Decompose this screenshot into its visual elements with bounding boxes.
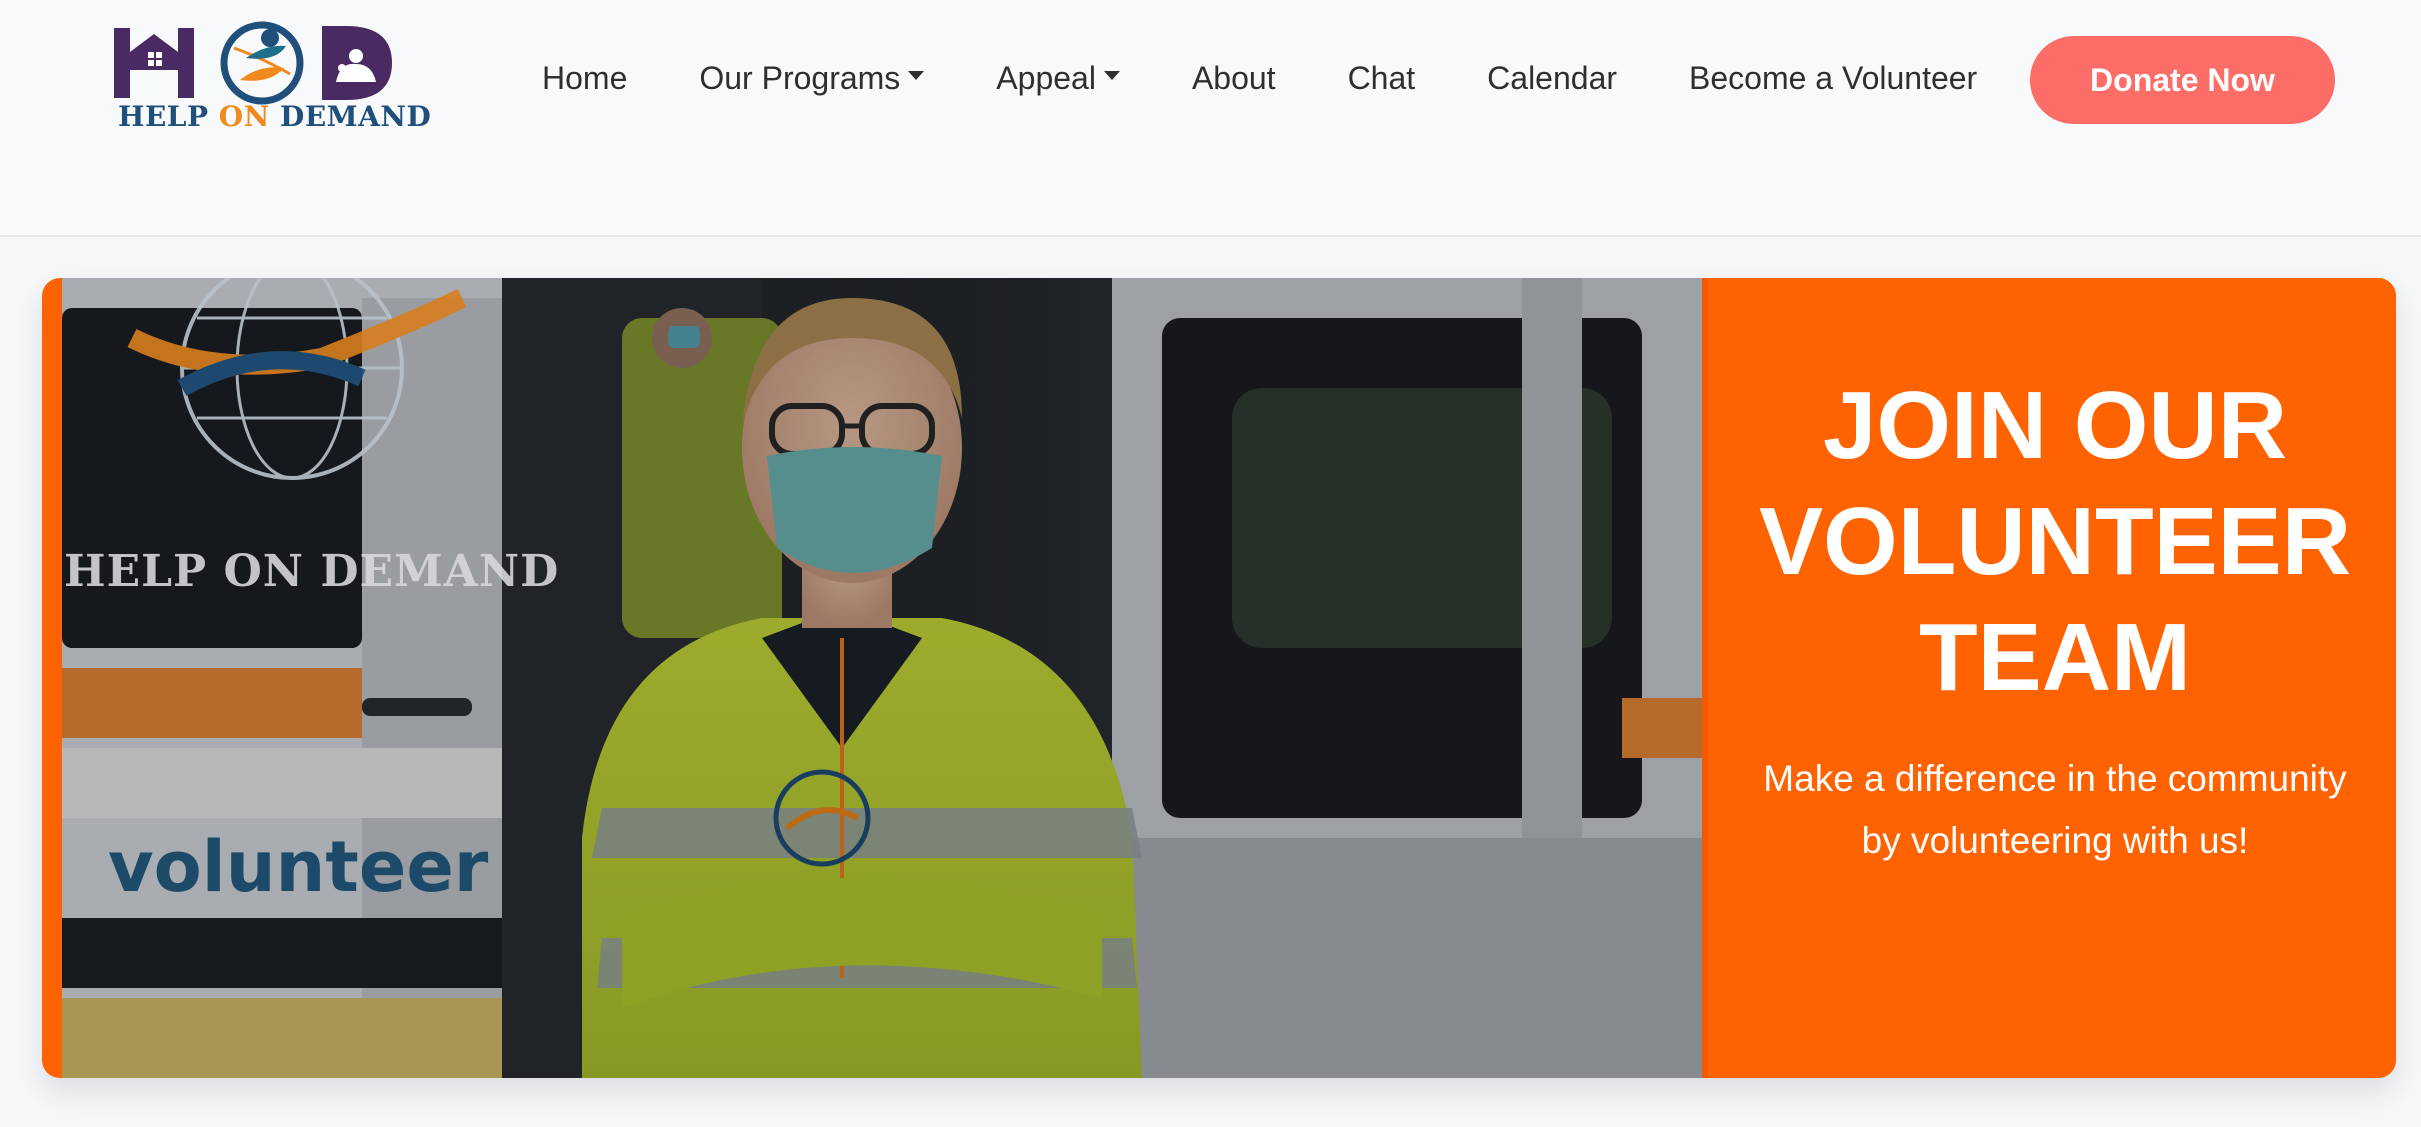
hero-subtitle: Make a difference in the community by vo… <box>1763 758 2347 861</box>
hero-text-panel: JOIN OUR VOLUNTEER TEAM Make a differenc… <box>1702 278 2396 1078</box>
image-van-volunteer-text: volunteer <box>108 826 489 908</box>
donate-now-button[interactable]: Donate Now <box>2030 36 2335 124</box>
main-nav: Home Our Programs Appeal About Chat Cale… <box>520 50 2013 106</box>
logo-word-demand: DEMAND <box>280 100 432 133</box>
nav-item-label: Our Programs <box>699 59 901 96</box>
hod-logo-mark-icon <box>114 21 392 105</box>
nav-item-label: Home <box>542 59 628 96</box>
nav-item-our-programs[interactable]: Our Programs <box>663 60 960 97</box>
top-navbar: HELP ON DEMAND Home Our Programs Appeal … <box>0 0 2421 237</box>
nav-item-label: Appeal <box>996 59 1096 96</box>
volunteer-photo-illustration <box>62 278 1702 1078</box>
logo-word-on: ON <box>218 100 270 133</box>
nav-item-appeal[interactable]: Appeal <box>960 60 1156 97</box>
nav-item-label: Chat <box>1347 59 1416 96</box>
logo-word-help: HELP <box>118 100 209 133</box>
nav-item-become-a-volunteer[interactable]: Become a Volunteer <box>1653 60 2013 97</box>
caret-down-icon <box>1103 70 1120 80</box>
nav-item-chat[interactable]: Chat <box>1312 60 1452 97</box>
hero-title: JOIN OUR VOLUNTEER TEAM <box>1758 372 2352 711</box>
caret-down-icon <box>908 70 925 80</box>
nav-item-calendar[interactable]: Calendar <box>1451 60 1653 97</box>
nav-item-label: About <box>1191 59 1276 96</box>
volunteer-hero-card: HELP ON DEMAND volunteer JOIN OUR VOLUNT… <box>42 278 2396 1078</box>
volunteer-hero-image: HELP ON DEMAND volunteer <box>62 278 1702 1078</box>
nav-item-home[interactable]: Home <box>520 60 663 97</box>
help-on-demand-logo[interactable]: HELP ON DEMAND <box>110 18 431 136</box>
nav-item-label: Become a Volunteer <box>1689 59 1978 96</box>
nav-item-about[interactable]: About <box>1156 60 1312 97</box>
logo-wordmark: HELP ON DEMAND <box>118 100 431 133</box>
nav-item-label: Calendar <box>1487 59 1618 96</box>
image-watermark-logo-text: HELP ON DEMAND <box>64 546 560 597</box>
